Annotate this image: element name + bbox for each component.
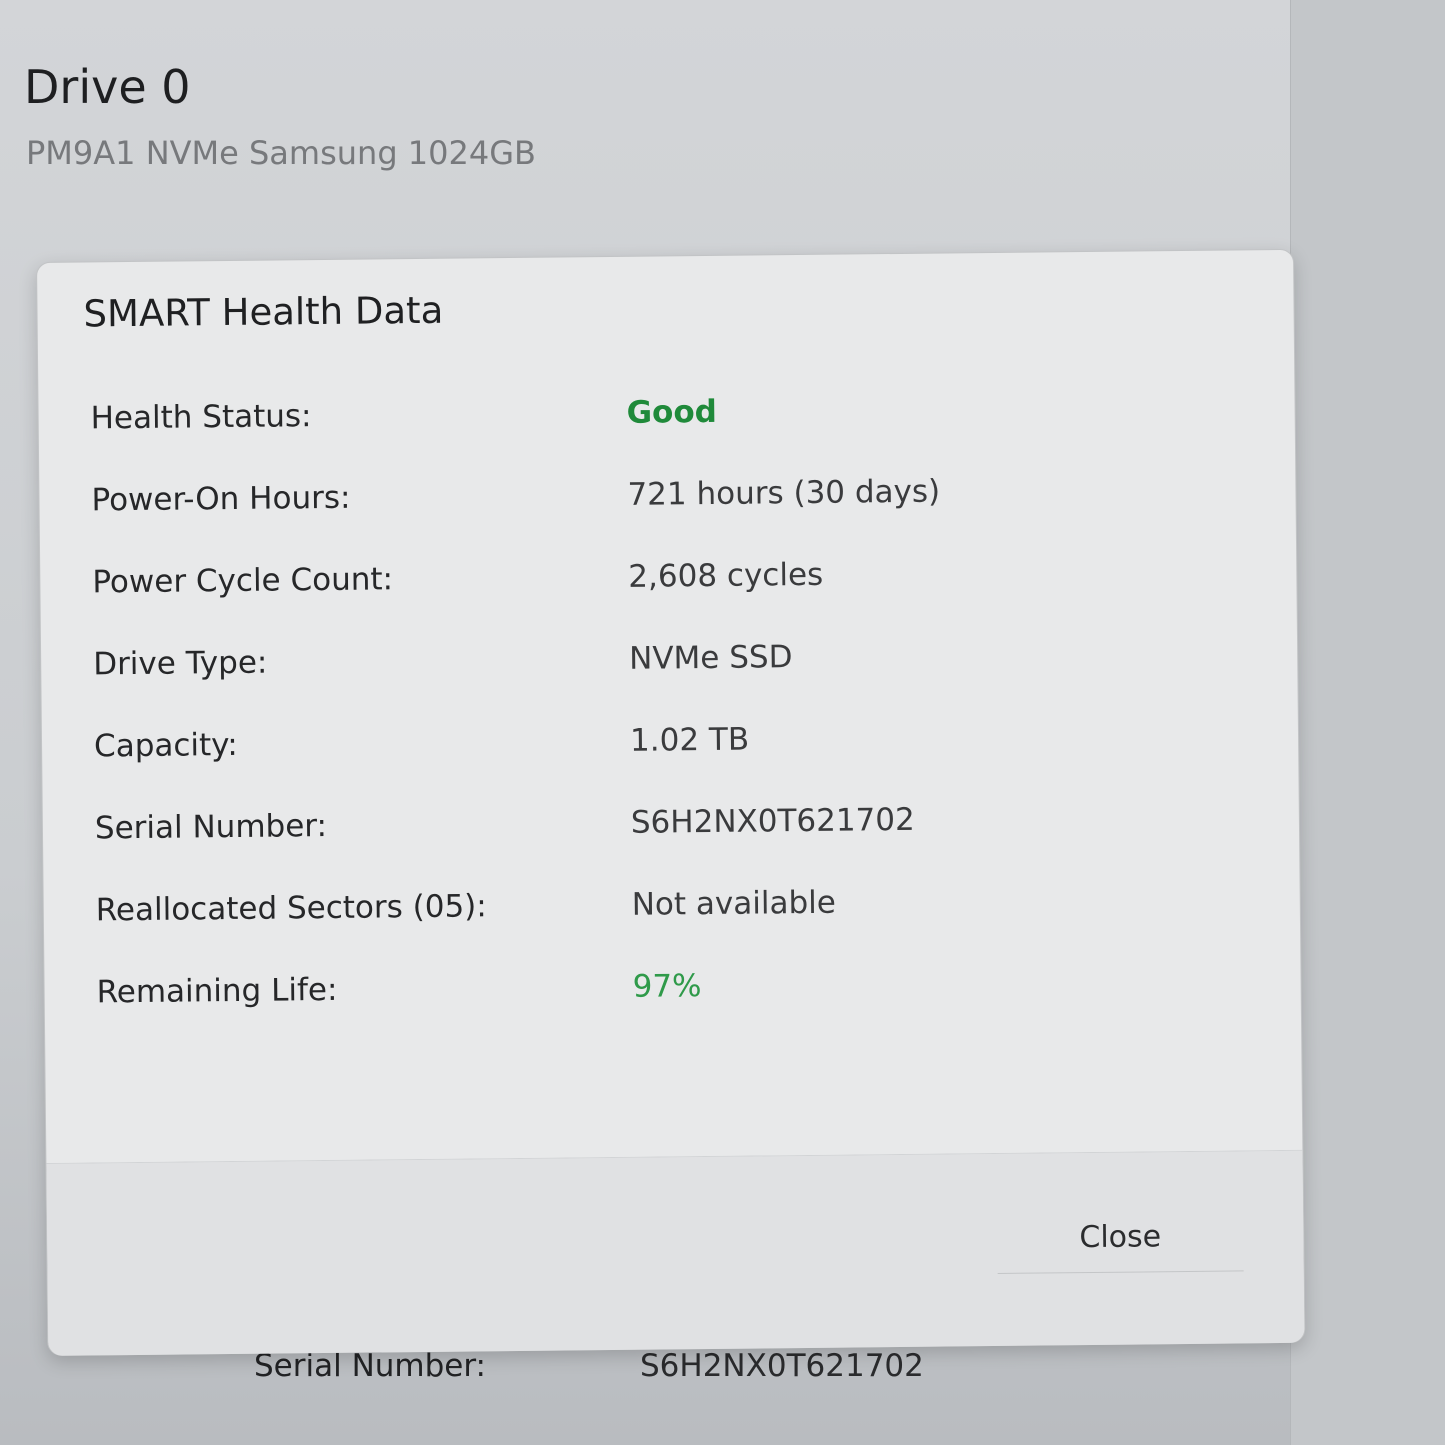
power-on-hours-value: 721 hours (30 days) [627, 473, 941, 513]
row-power-cycle-count: Power Cycle Count: 2,608 cycles [92, 553, 1193, 625]
close-button[interactable]: Close [996, 1201, 1244, 1274]
row-serial-number: Serial Number: S6H2NX0T621702 [95, 799, 1196, 871]
background-serial-value: S6H2NX0T621702 [640, 1348, 924, 1384]
drive-model: PM9A1 NVMe Samsung 1024GB [26, 134, 536, 172]
row-capacity: Capacity: 1.02 TB [94, 717, 1195, 789]
power-cycle-count-label: Power Cycle Count: [92, 561, 394, 601]
drive-type-value: NVMe SSD [628, 639, 793, 677]
dialog-title: SMART Health Data [83, 288, 444, 336]
side-pane [1290, 0, 1445, 1445]
capacity-label: Capacity: [93, 726, 238, 765]
serial-number-label: Serial Number: [94, 807, 328, 847]
drive-type-label: Drive Type: [93, 644, 268, 683]
row-remaining-life: Remaining Life: 97% [96, 963, 1197, 1035]
dialog-footer: Close [46, 1149, 1305, 1356]
serial-number-value: S6H2NX0T621702 [630, 801, 915, 841]
drive-title: Drive 0 [24, 60, 191, 114]
background-serial-row: Serial Number: S6H2NX0T621702 [254, 1348, 1154, 1398]
power-cycle-count-value: 2,608 cycles [628, 556, 824, 595]
reallocated-sectors-value: Not available [631, 884, 837, 923]
row-power-on-hours: Power-On Hours: 721 hours (30 days) [91, 471, 1192, 543]
row-drive-type: Drive Type: NVMe SSD [93, 635, 1194, 707]
remaining-life-label: Remaining Life: [96, 971, 338, 1011]
reallocated-sectors-label: Reallocated Sectors (05): [95, 888, 487, 929]
smart-health-dialog: SMART Health Data Health Status: Good Po… [36, 248, 1306, 1356]
health-status-value: Good [626, 393, 718, 431]
capacity-value: 1.02 TB [629, 721, 750, 759]
row-health-status: Health Status: Good [90, 389, 1191, 461]
remaining-life-value: 97% [632, 968, 702, 1005]
health-status-label: Health Status: [90, 398, 312, 437]
row-reallocated-sectors: Reallocated Sectors (05): Not available [96, 881, 1197, 953]
power-on-hours-label: Power-On Hours: [91, 479, 351, 519]
